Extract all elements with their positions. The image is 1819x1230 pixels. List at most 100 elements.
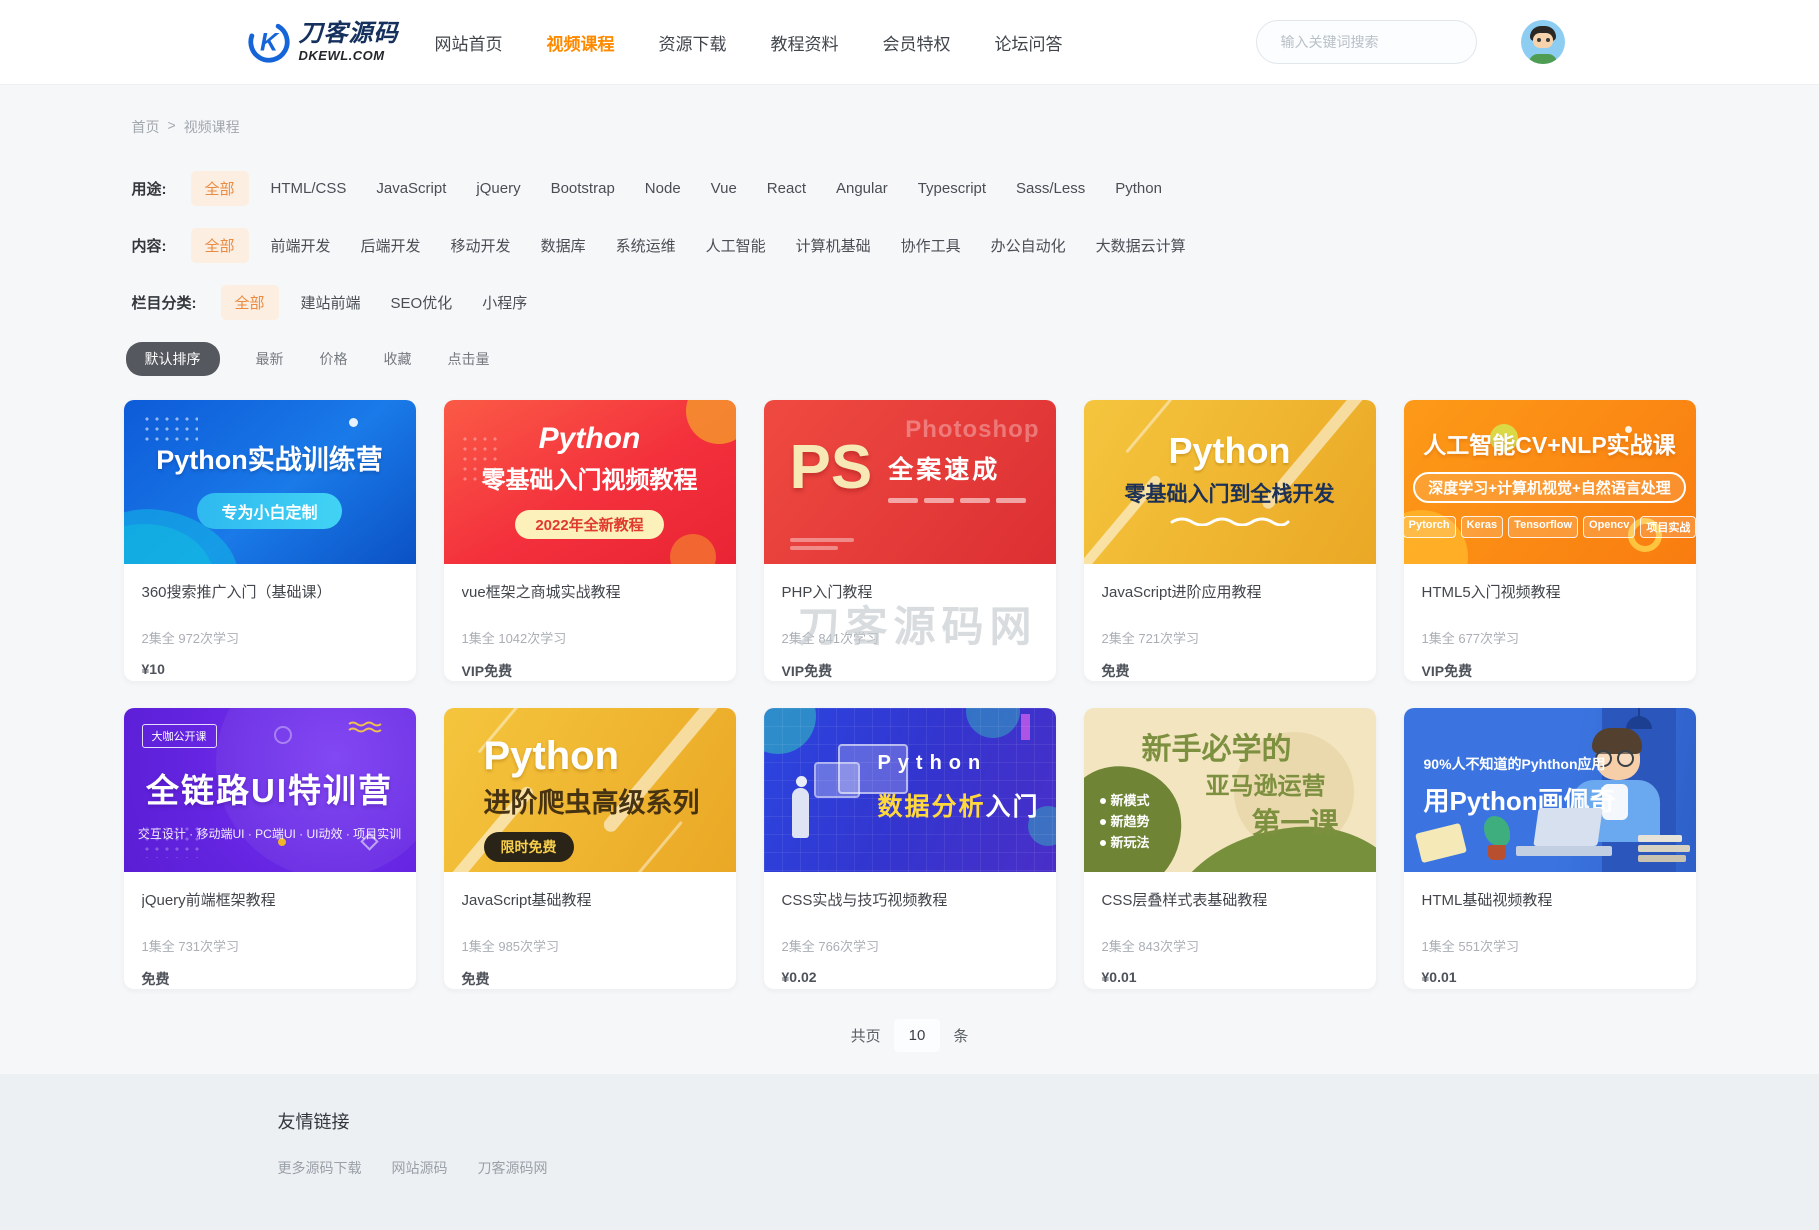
course-card[interactable]: Python 零基础入门视频教程 2022年全新教程 vue框架之商城实战教程 … (444, 400, 736, 681)
thumb-tag: Keras (1461, 516, 1504, 538)
breadcrumb-separator: > (168, 117, 176, 137)
sort-option-clicks[interactable]: 点击量 (448, 349, 490, 369)
filter-option[interactable]: Typescript (918, 180, 986, 197)
filter-option-all[interactable]: 全部 (191, 171, 249, 206)
user-avatar[interactable] (1521, 20, 1565, 64)
breadcrumb-home[interactable]: 首页 (132, 117, 160, 137)
sort-option-newest[interactable]: 最新 (256, 349, 284, 369)
logo-domain: DKEWL.COM (299, 49, 399, 62)
nav-item-tutorials[interactable]: 教程资料 (771, 30, 839, 55)
breadcrumb-current: 视频课程 (184, 117, 240, 137)
course-card[interactable]: 人工智能CV+NLP实战课 深度学习+计算机视觉+自然语言处理 Pytorch … (1404, 400, 1696, 681)
filter-option[interactable]: 小程序 (482, 292, 527, 313)
filter-option[interactable]: 大数据云计算 (1096, 235, 1186, 256)
filter-panel: 用途: 全部 HTML/CSS JavaScript jQuery Bootst… (124, 171, 1696, 320)
course-card[interactable]: Python 零基础入门到全栈开发 JavaScript进阶应用教程 2集全 7… (1084, 400, 1376, 681)
wavy-underline (1170, 514, 1290, 526)
footer-link[interactable]: 网站源码 (392, 1158, 448, 1178)
search-box (1256, 20, 1477, 64)
filter-option-all[interactable]: 全部 (191, 228, 249, 263)
filter-option-all[interactable]: 全部 (221, 285, 279, 320)
course-title: HTML5入门视频教程 (1422, 583, 1678, 603)
filter-option[interactable]: Sass/Less (1016, 180, 1085, 197)
course-price: 免费 (142, 969, 398, 989)
pagination-prefix: 共页 (851, 1025, 881, 1046)
course-thumbnail: 90%人不知道的Pyhthon应用 用Python画佩奇 (1404, 708, 1696, 872)
course-card[interactable]: 大咖公开课 全链路UI特训营 交互设计 · 移动端UI · PC端UI · UI… (124, 708, 416, 989)
filter-option[interactable]: Angular (836, 180, 888, 197)
filter-option[interactable]: 建站前端 (301, 292, 361, 313)
course-thumbnail: 人工智能CV+NLP实战课 深度学习+计算机视觉+自然语言处理 Pytorch … (1404, 400, 1696, 564)
course-price: VIP免费 (462, 661, 718, 681)
filter-option[interactable]: HTML/CSS (271, 180, 347, 197)
filter-option[interactable]: Python (1115, 180, 1162, 197)
footer: 友情链接 更多源码下载 网站源码 刀客源码网 (0, 1074, 1819, 1230)
filter-option[interactable]: 人工智能 (706, 235, 766, 256)
course-thumbnail: Python 进阶爬虫高级系列 限时免费 (444, 708, 736, 872)
filter-option[interactable]: SEO优化 (391, 292, 453, 313)
course-title: PHP入门教程 (782, 583, 1038, 603)
sort-option-default[interactable]: 默认排序 (126, 342, 220, 376)
screen-illustration (814, 762, 860, 798)
thumb-tag: Tensorflow (1508, 516, 1578, 538)
search-input[interactable] (1279, 33, 1453, 51)
thumb-tag: Opencv (1583, 516, 1635, 538)
course-meta: 1集全 985次学习 (462, 936, 718, 955)
course-meta: 2集全 766次学习 (782, 936, 1038, 955)
footer-link[interactable]: 更多源码下载 (278, 1158, 362, 1178)
course-meta: 2集全 721次学习 (1102, 628, 1358, 647)
person-illustration (792, 788, 809, 838)
nav-item-home[interactable]: 网站首页 (435, 30, 503, 55)
books-illustration (1638, 832, 1690, 862)
filter-option[interactable]: Vue (711, 180, 737, 197)
avatar-shirt (1529, 54, 1557, 64)
filter-option[interactable]: 协作工具 (901, 235, 961, 256)
course-price: ¥0.02 (782, 969, 1038, 985)
filter-option[interactable]: JavaScript (376, 180, 446, 197)
course-title: HTML基础视频教程 (1422, 891, 1678, 911)
filter-label: 用途: (132, 178, 167, 199)
course-meta: 2集全 841次学习 (782, 628, 1038, 647)
course-price: ¥10 (142, 661, 398, 677)
person-illustration (796, 776, 807, 787)
course-meta: 2集全 843次学习 (1102, 936, 1358, 955)
nav-item-downloads[interactable]: 资源下载 (659, 30, 727, 55)
pagination: 共页 10 条 (124, 1019, 1696, 1052)
filter-label: 栏目分类: (132, 292, 197, 313)
filter-option[interactable]: 办公自动化 (991, 235, 1066, 256)
course-title: CSS层叠样式表基础教程 (1102, 891, 1358, 911)
logo-title: 刀客源码 (299, 22, 399, 46)
filter-option[interactable]: Bootstrap (551, 180, 615, 197)
sort-option-price[interactable]: 价格 (320, 349, 348, 369)
course-card[interactable]: 90%人不知道的Pyhthon应用 用Python画佩奇 HTML基础视频教程 … (1404, 708, 1696, 989)
filter-option[interactable]: 数据库 (541, 235, 586, 256)
filter-option[interactable]: 移动开发 (451, 235, 511, 256)
filter-option[interactable]: 系统运维 (616, 235, 676, 256)
course-meta: 1集全 1042次学习 (462, 628, 718, 647)
filter-row-usage: 用途: 全部 HTML/CSS JavaScript jQuery Bootst… (132, 171, 1696, 206)
site-logo[interactable]: K 刀客源码 DKEWL.COM (246, 19, 399, 65)
page-count-value: 10 (894, 1019, 941, 1052)
filter-option[interactable]: React (767, 180, 806, 197)
filter-option[interactable]: Node (645, 180, 681, 197)
nav-item-membership[interactable]: 会员特权 (883, 30, 951, 55)
filter-option[interactable]: 计算机基础 (796, 235, 871, 256)
course-card[interactable]: Python 数据分析入门 CSS实战与技巧视频教程 2集全 766次学习 ¥0… (764, 708, 1056, 989)
course-card[interactable]: Python实战训练营 专为小白定制 360搜索推广入门（基础课） 2集全 97… (124, 400, 416, 681)
sort-option-favorites[interactable]: 收藏 (384, 349, 412, 369)
course-card[interactable]: 新手必学的 亚马逊运营 第一课 新模式 新趋势 新玩法 CSS层叠样式表基础教程… (1084, 708, 1376, 989)
filter-option[interactable]: jQuery (476, 180, 520, 197)
course-card[interactable]: Photoshop PS 全案速成 PHP入 (764, 400, 1056, 681)
filter-option[interactable]: 前端开发 (271, 235, 331, 256)
course-title: jQuery前端框架教程 (142, 891, 398, 911)
course-meta: 2集全 972次学习 (142, 628, 398, 647)
course-thumbnail: Python实战训练营 专为小白定制 (124, 400, 416, 564)
plant-illustration (1484, 816, 1510, 846)
svg-text:K: K (260, 29, 280, 57)
course-card[interactable]: Python 进阶爬虫高级系列 限时免费 JavaScript基础教程 1集全 … (444, 708, 736, 989)
course-meta: 1集全 677次学习 (1422, 628, 1678, 647)
nav-item-video-courses[interactable]: 视频课程 (547, 30, 615, 55)
footer-link[interactable]: 刀客源码网 (478, 1158, 548, 1178)
nav-item-forum[interactable]: 论坛问答 (995, 30, 1063, 55)
filter-option[interactable]: 后端开发 (361, 235, 421, 256)
